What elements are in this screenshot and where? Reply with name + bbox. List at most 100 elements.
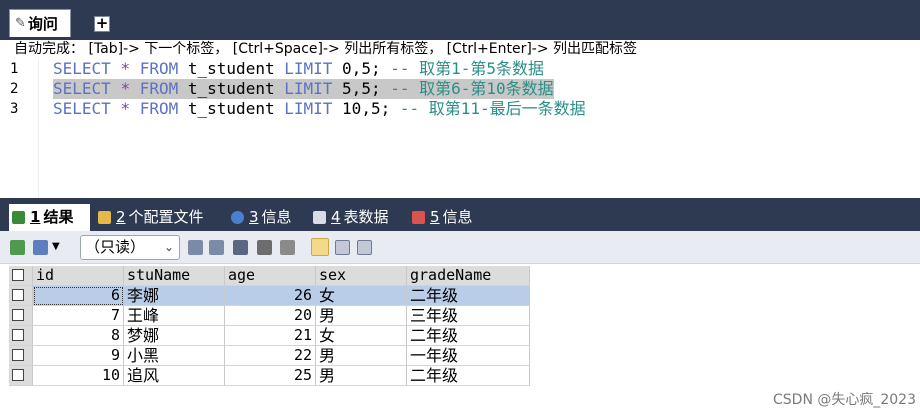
tab-number: 2: [116, 208, 126, 226]
text-view-icon[interactable]: [357, 240, 372, 255]
tab-number: 1: [30, 208, 41, 226]
sql-comment: -- 取第1-第5条数据: [390, 59, 545, 78]
cell-id[interactable]: 9: [33, 346, 124, 366]
readonly-select[interactable]: （只读） ⌄: [80, 235, 180, 260]
row-checkbox[interactable]: [9, 326, 33, 346]
star-operator: *: [120, 59, 131, 78]
star-operator: *: [120, 79, 131, 98]
query-tab-bar: ✎ 询问 +: [0, 0, 920, 40]
cell-id[interactable]: 6: [33, 286, 124, 306]
autocomplete-hint: 自动完成： [Tab]-> 下一个标签， [Ctrl+Space]-> 列出所有…: [14, 41, 638, 57]
limit-args: 0,5;: [342, 59, 381, 78]
cell-sex[interactable]: 女: [316, 326, 407, 346]
cell-stuName[interactable]: 李娜: [124, 286, 225, 306]
table-name: t_student: [187, 99, 275, 118]
keyword-from: FROM: [139, 59, 179, 78]
cell-gradeName[interactable]: 二年级: [407, 326, 530, 346]
tab-number: 3: [249, 208, 259, 226]
line-number: 1: [10, 61, 19, 77]
column-header-sex[interactable]: sex: [316, 266, 407, 286]
table-name: t_student: [187, 79, 275, 98]
add-row-icon[interactable]: [188, 240, 203, 255]
tab-profiles[interactable]: 2 个配置文件: [95, 204, 220, 231]
column-header-gradeName[interactable]: gradeName: [407, 266, 530, 286]
cell-gradeName[interactable]: 三年级: [407, 306, 530, 326]
cell-id[interactable]: 10: [33, 366, 124, 386]
result-tab-bar: 1 结果 2 个配置文件 3 信息 4 表数据 5 信息: [0, 204, 920, 231]
cell-age[interactable]: 25: [225, 366, 316, 386]
profile-icon: [98, 211, 111, 224]
cell-sex[interactable]: 男: [316, 346, 407, 366]
add-tab-button[interactable]: +: [94, 16, 110, 32]
sql-comment: -- 取第6-第10条数据: [390, 79, 554, 98]
table-data-icon: [313, 211, 326, 224]
code-line-selected[interactable]: SELECT * FROM t_student LIMIT 5,5; -- 取第…: [53, 79, 554, 99]
info-icon: [231, 211, 244, 224]
cell-gradeName[interactable]: 二年级: [407, 366, 530, 386]
grid-view-icon[interactable]: [311, 238, 329, 256]
code-line[interactable]: SELECT * FROM t_student LIMIT 0,5; -- 取第…: [53, 59, 544, 79]
star-operator: *: [120, 99, 131, 118]
keyword-limit: LIMIT: [284, 59, 333, 78]
readonly-value: （只读）: [85, 238, 146, 256]
delete-icon[interactable]: [257, 240, 272, 255]
cell-age[interactable]: 26: [225, 286, 316, 306]
cell-sex[interactable]: 女: [316, 286, 407, 306]
sql-comment: -- 取第11-最后一条数据: [399, 99, 586, 118]
cell-stuName[interactable]: 小黑: [124, 346, 225, 366]
keyword-limit: LIMIT: [284, 79, 333, 98]
tab-table-data[interactable]: 4 表数据: [310, 204, 405, 231]
chevron-down-icon: ⌄: [163, 240, 174, 254]
limit-args: 10,5;: [342, 99, 391, 118]
keyword-select: SELECT: [53, 99, 111, 118]
cell-stuName[interactable]: 梦娜: [124, 326, 225, 346]
query-tab[interactable]: ✎ 询问: [9, 9, 71, 37]
cancel-icon[interactable]: [280, 240, 295, 255]
keyword-select: SELECT: [53, 79, 111, 98]
watermark: CSDN @失心疯_2023: [773, 392, 916, 408]
info-icon: [412, 211, 425, 224]
line-gutter: 1 2 3: [0, 59, 39, 198]
row-checkbox[interactable]: [9, 306, 33, 326]
select-all-checkbox[interactable]: [9, 266, 33, 286]
tab-label: 信息: [442, 208, 473, 226]
cell-gradeName[interactable]: 一年级: [407, 346, 530, 366]
cell-sex[interactable]: 男: [316, 366, 407, 386]
import-icon[interactable]: [33, 240, 48, 255]
row-checkbox[interactable]: [9, 286, 33, 306]
chevron-down-icon[interactable]: ▼: [52, 241, 62, 256]
export-grid-icon[interactable]: [10, 240, 25, 255]
tab-info-2[interactable]: 5 信息: [409, 204, 484, 231]
save-icon[interactable]: [233, 240, 248, 255]
query-tab-label: 询问: [27, 15, 58, 33]
row-checkbox[interactable]: [9, 346, 33, 366]
column-header-id[interactable]: id: [33, 266, 124, 286]
form-view-icon[interactable]: [335, 240, 350, 255]
sql-editor[interactable]: 1 2 3 SELECT * FROM t_student LIMIT 0,5;…: [0, 59, 920, 198]
tab-label: 个配置文件: [128, 208, 204, 226]
tab-results[interactable]: 1 结果: [9, 204, 90, 231]
line-number: 2: [10, 81, 19, 97]
cell-id[interactable]: 8: [33, 326, 124, 346]
cell-stuName[interactable]: 王峰: [124, 306, 225, 326]
cell-sex[interactable]: 男: [316, 306, 407, 326]
column-header-age[interactable]: age: [225, 266, 316, 286]
tab-info[interactable]: 3 信息: [228, 204, 303, 231]
cell-gradeName[interactable]: 二年级: [407, 286, 530, 306]
code-line[interactable]: SELECT * FROM t_student LIMIT 10,5; -- 取…: [53, 99, 586, 119]
limit-args: 5,5;: [342, 79, 381, 98]
column-header-stuName[interactable]: stuName: [124, 266, 225, 286]
tab-label: 信息: [261, 208, 292, 226]
tab-number: 5: [430, 208, 440, 226]
cell-stuName[interactable]: 追风: [124, 366, 225, 386]
cell-age[interactable]: 22: [225, 346, 316, 366]
cell-age[interactable]: 20: [225, 306, 316, 326]
cell-age[interactable]: 21: [225, 326, 316, 346]
row-checkbox[interactable]: [9, 366, 33, 386]
tab-number: 4: [331, 208, 341, 226]
keyword-select: SELECT: [53, 59, 111, 78]
cell-id[interactable]: 7: [33, 306, 124, 326]
duplicate-row-icon[interactable]: [209, 240, 224, 255]
tab-label: 结果: [43, 208, 74, 226]
line-number: 3: [10, 101, 19, 117]
